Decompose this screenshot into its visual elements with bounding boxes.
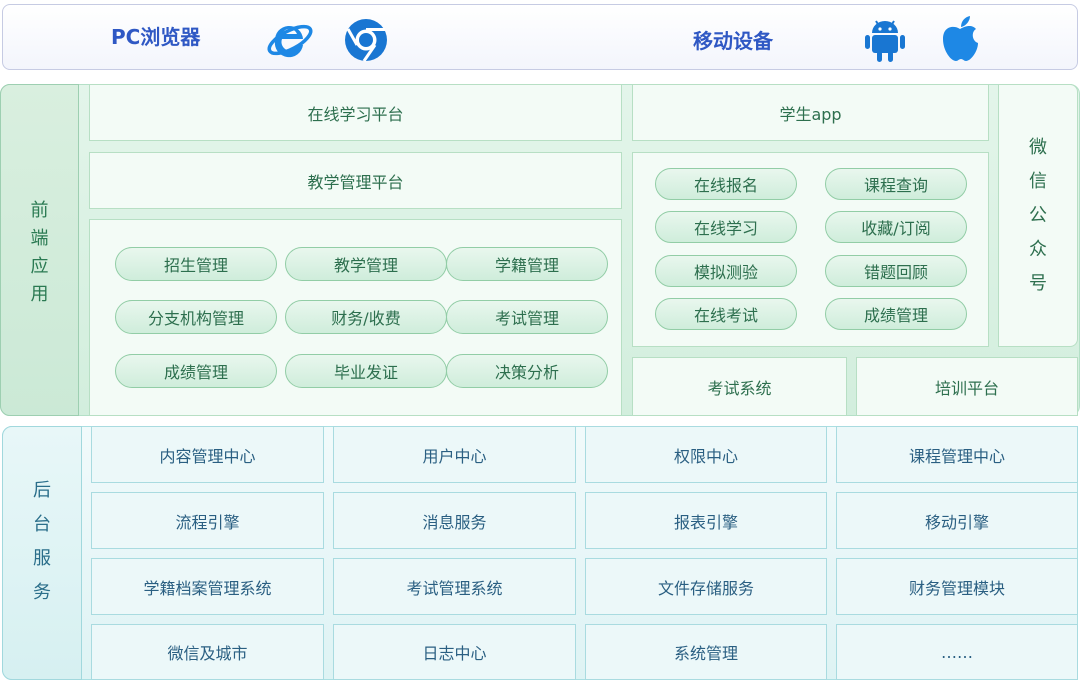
- frontend-label-char: 用: [30, 284, 49, 305]
- service-box: 权限中心: [585, 426, 827, 483]
- student-app: 学生app: [632, 84, 989, 141]
- service-box: 消息服务: [333, 492, 576, 549]
- service-box: 流程引擎: [91, 492, 324, 549]
- app-feature-pill: 课程查询: [825, 168, 967, 200]
- frontend-label: 前 端 应 用: [0, 84, 79, 416]
- module-pill: 毕业发证: [285, 354, 447, 388]
- app-feature-pill: 收藏/订阅: [825, 211, 967, 243]
- frontend-label-char: 前: [30, 200, 49, 221]
- service-box: 移动引擎: [836, 492, 1078, 549]
- app-feature-pill: 在线学习: [655, 211, 797, 243]
- backend-label-char: 务: [33, 582, 51, 603]
- service-box: 报表引擎: [585, 492, 827, 549]
- backend-label-char: 后: [33, 480, 51, 501]
- module-pill: 决策分析: [446, 354, 608, 388]
- module-pill: 教学管理: [285, 247, 447, 281]
- frontend-label-char: 应: [30, 256, 49, 277]
- teaching-modules-group: 招生管理 教学管理 学籍管理 分支机构管理 财务/收费 考试管理 成绩管理 毕业…: [89, 219, 622, 416]
- backend-label: 后 台 服 务: [2, 426, 82, 680]
- service-box: 日志中心: [333, 624, 576, 680]
- wechat-char: 众: [1029, 239, 1047, 260]
- backend-label-char: 服: [33, 548, 51, 569]
- backend-label-char: 台: [33, 514, 51, 535]
- chrome-browser-icon: [345, 19, 387, 62]
- app-feature-pill: 错题回顾: [825, 255, 967, 287]
- module-pill: 学籍管理: [446, 247, 608, 281]
- service-box: 内容管理中心: [91, 426, 324, 483]
- online-learning-platform: 在线学习平台: [89, 84, 622, 141]
- service-box: 用户中心: [333, 426, 576, 483]
- device-bar: PC浏览器 移动设备: [2, 4, 1078, 70]
- wechat-official-account: 微 信 公 众 号: [998, 84, 1078, 347]
- app-feature-pill: 模拟测验: [655, 255, 797, 287]
- pc-browser-label: PC浏览器: [111, 25, 201, 49]
- wechat-char: 信: [1029, 171, 1047, 192]
- module-pill: 成绩管理: [115, 354, 277, 388]
- service-box: ……: [836, 624, 1078, 680]
- app-feature-pill: 在线考试: [655, 298, 797, 330]
- service-box: 微信及城市: [91, 624, 324, 680]
- module-pill: 考试管理: [446, 300, 608, 334]
- wechat-char: 号: [1029, 273, 1047, 294]
- service-box: 财务管理模块: [836, 558, 1078, 615]
- apple-icon: [943, 16, 978, 61]
- android-icon: [865, 20, 905, 62]
- service-box: 课程管理中心: [836, 426, 1078, 483]
- module-pill: 财务/收费: [285, 300, 447, 334]
- module-pill: 招生管理: [115, 247, 277, 281]
- mobile-device-label: 移动设备: [693, 29, 773, 53]
- exam-system: 考试系统: [632, 357, 847, 416]
- training-platform: 培训平台: [856, 357, 1078, 416]
- service-box: 文件存储服务: [585, 558, 827, 615]
- ie-browser-icon: [267, 24, 313, 58]
- frontend-label-char: 端: [30, 228, 49, 249]
- app-feature-pill: 在线报名: [655, 168, 797, 200]
- teaching-management-platform: 教学管理平台: [89, 152, 622, 209]
- module-pill: 分支机构管理: [115, 300, 277, 334]
- app-features-group: 在线报名 课程查询 在线学习 收藏/订阅 模拟测验 错题回顾 在线考试 成绩管理: [632, 152, 989, 347]
- service-box: 考试管理系统: [333, 558, 576, 615]
- wechat-char: 公: [1029, 205, 1047, 226]
- service-box: 系统管理: [585, 624, 827, 680]
- app-feature-pill: 成绩管理: [825, 298, 967, 330]
- service-box: 学籍档案管理系统: [91, 558, 324, 615]
- wechat-char: 微: [1029, 137, 1047, 158]
